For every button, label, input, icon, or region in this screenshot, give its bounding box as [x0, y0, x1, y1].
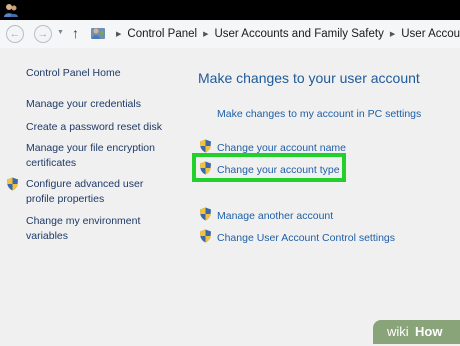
breadcrumb: ▶ Control Panel ▶ User Accounts and Fami… — [110, 28, 460, 40]
back-button[interactable]: ← — [6, 25, 24, 43]
shield-icon — [200, 139, 211, 153]
task-link-uac-settings[interactable]: Change User Account Control settings — [217, 231, 395, 245]
sidebar-item-environment-variables[interactable]: Change my environment variables — [26, 214, 166, 243]
page-title: Make changes to your user account — [198, 70, 420, 86]
up-button[interactable]: ↑ — [72, 26, 79, 40]
sidebar-item-advanced-profile[interactable]: Configure advanced user profile properti… — [26, 177, 166, 206]
shield-icon — [7, 177, 18, 191]
sidebar-item-manage-credentials[interactable]: Manage your credentials — [26, 97, 176, 112]
breadcrumb-user-accounts[interactable]: User Accounts — [401, 28, 460, 40]
chevron-right-icon: ▶ — [116, 31, 122, 38]
content-area: Control Panel Home Manage your credentia… — [0, 48, 460, 346]
title-bar — [0, 0, 460, 20]
task-link-pc-settings[interactable]: Make changes to my account in PC setting… — [217, 107, 421, 121]
wikihow-watermark: wiki How — [373, 320, 460, 344]
sidebar: Control Panel Home Manage your credentia… — [0, 48, 185, 346]
breadcrumb-control-panel[interactable]: Control Panel — [127, 28, 197, 40]
users-icon — [4, 4, 18, 17]
forward-button[interactable]: → — [34, 25, 52, 43]
watermark-suffix: How — [415, 324, 443, 339]
task-link-manage-another-account[interactable]: Manage another account — [217, 209, 333, 223]
sidebar-item-control-panel-home[interactable]: Control Panel Home — [26, 66, 176, 81]
chevron-right-icon: ▶ — [389, 31, 396, 38]
dropdown-arrow-icon: ▼ — [57, 29, 64, 36]
address-bar: ← → ▼ ↑ ▶ Control Panel ▶ User Accounts … — [0, 20, 460, 49]
sidebar-item-file-encryption[interactable]: Manage your file encryption certificates — [26, 141, 171, 170]
up-arrow-icon: ↑ — [72, 25, 79, 41]
control-panel-icon — [91, 28, 105, 39]
forward-arrow-icon: → — [37, 27, 49, 40]
chevron-right-icon: ▶ — [203, 31, 209, 38]
recent-locations-dropdown[interactable]: ▼ — [57, 29, 64, 36]
shield-icon — [200, 207, 211, 221]
highlight-box — [192, 153, 346, 182]
breadcrumb-user-accounts-family-safety[interactable]: User Accounts and Family Safety — [214, 28, 383, 40]
back-arrow-icon: ← — [9, 27, 21, 40]
shield-icon — [200, 229, 211, 243]
sidebar-item-password-reset-disk[interactable]: Create a password reset disk — [26, 120, 176, 135]
watermark-prefix: wiki — [387, 324, 409, 339]
